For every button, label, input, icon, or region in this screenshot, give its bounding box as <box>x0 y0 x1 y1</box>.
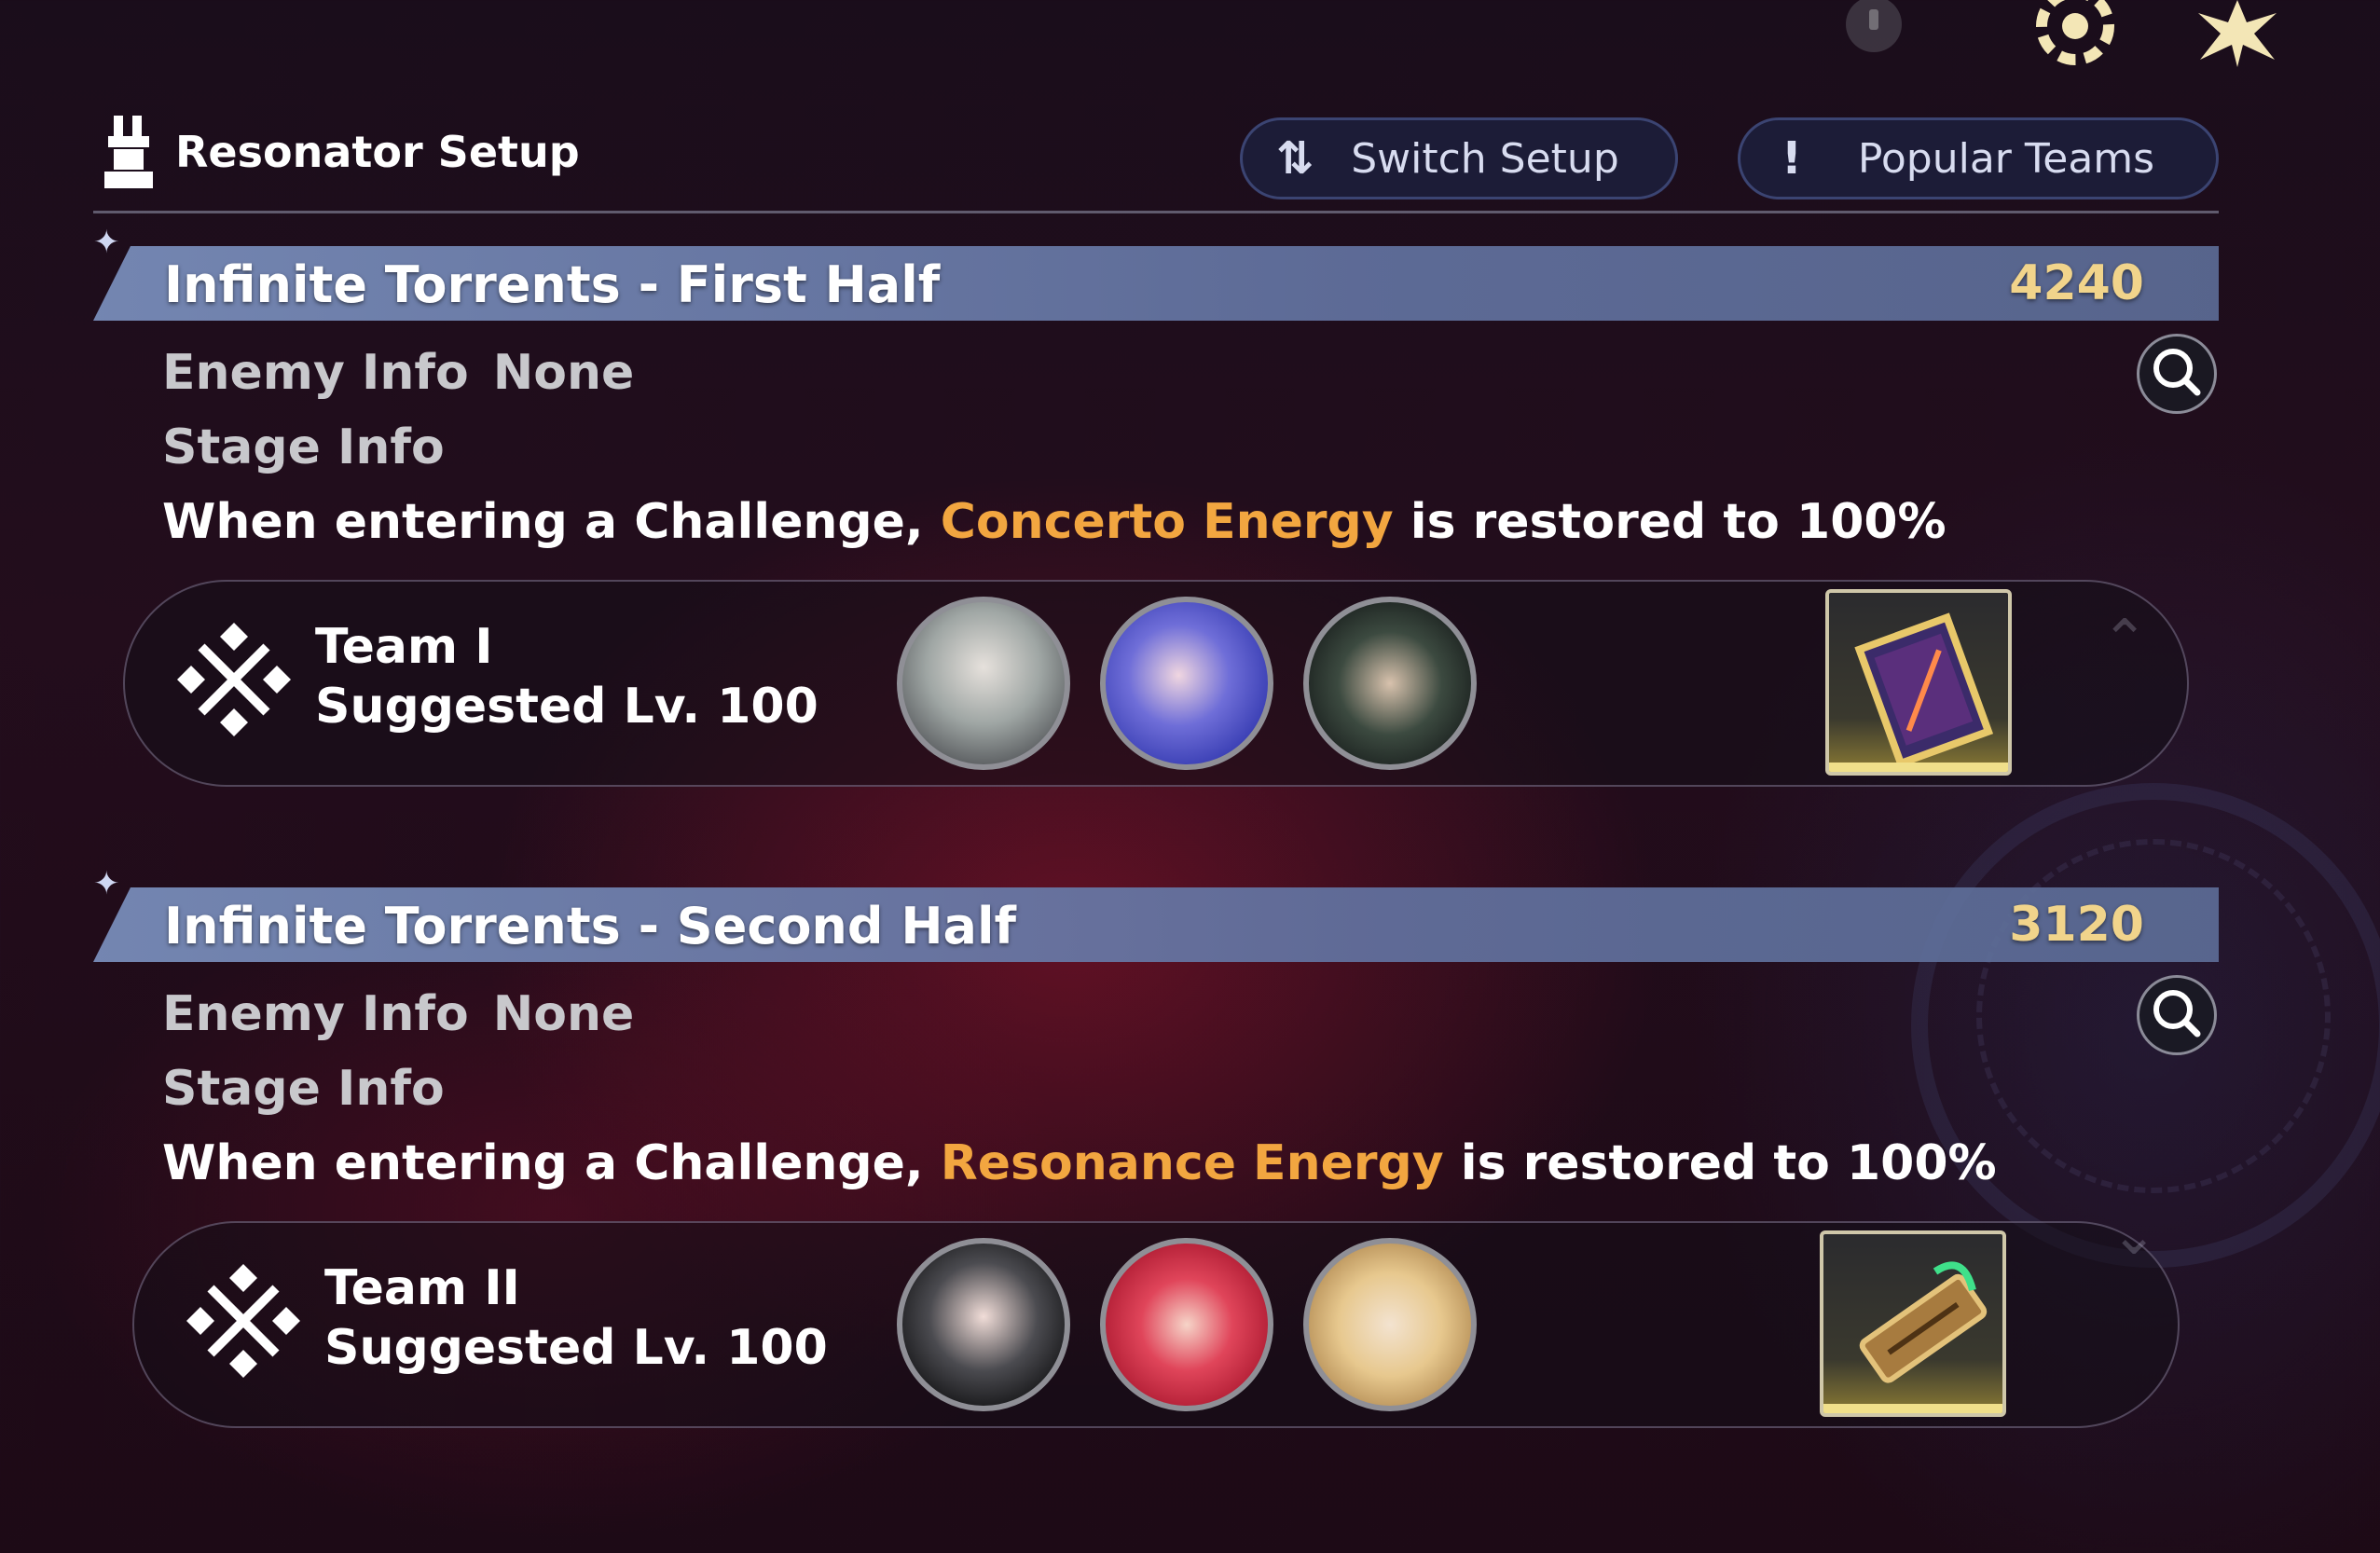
enemy-info-value: None <box>492 345 635 401</box>
search-icon <box>2153 990 2201 1038</box>
popular-teams-button[interactable]: ! Popular Teams <box>1738 117 2219 199</box>
star-icon[interactable] <box>2191 0 2284 67</box>
team-emblem-icon <box>186 1264 300 1378</box>
exclamation-icon: ! <box>1782 132 1802 185</box>
stage-name: Infinite Torrents - First Half <box>164 255 941 314</box>
stage-description: When entering a Challenge, Resonance Ene… <box>162 1135 1997 1191</box>
enemy-info-label: Enemy Info <box>162 345 469 401</box>
team-suggested-level: Suggested Lv. 100 <box>315 679 819 735</box>
popular-teams-label: Popular Teams <box>1857 134 2155 183</box>
team-emblem-icon <box>177 623 291 736</box>
resonator-avatar[interactable] <box>1303 1238 1477 1411</box>
enemy-info-row: Enemy Info None <box>162 986 634 1042</box>
header-divider <box>93 211 2219 213</box>
echo-item-card[interactable] <box>1820 1230 2006 1417</box>
echo-item-card[interactable] <box>1825 589 2012 776</box>
resonator-tower-icon <box>104 116 153 188</box>
search-button[interactable] <box>2137 975 2217 1055</box>
enemy-info-label: Enemy Info <box>162 986 469 1042</box>
info-icon[interactable] <box>1827 0 1920 67</box>
chevron-up-icon: ⌃ <box>2101 608 2149 673</box>
search-button[interactable] <box>2137 334 2217 414</box>
resonator-avatar[interactable] <box>1100 1238 1273 1411</box>
sparkle-icon: ✦ <box>93 865 120 902</box>
switch-arrows-icon: ⇅ <box>1276 132 1314 185</box>
stage-info-label: Stage Info <box>162 1061 445 1117</box>
team-name: Team II <box>324 1260 520 1316</box>
stage-description: When entering a Challenge, Concerto Ener… <box>162 494 1947 550</box>
search-icon <box>2153 349 2201 396</box>
resonator-avatar[interactable] <box>1100 597 1273 770</box>
resonator-setup-header: Resonator Setup <box>101 110 580 194</box>
chevron-down-icon: ⌄ <box>2111 1203 2158 1268</box>
desc-highlight: Resonance Energy <box>940 1135 1444 1191</box>
stage-info-label: Stage Info <box>162 419 445 475</box>
desc-suffix: is restored to 100% <box>1410 494 1947 550</box>
desc-suffix: is restored to 100% <box>1460 1135 1997 1191</box>
echo-card-rarity-bar <box>1829 763 2008 772</box>
echo-sword-case-icon <box>1859 1261 1988 1383</box>
page-title: Resonator Setup <box>175 127 580 177</box>
desc-prefix: When entering a Challenge, <box>162 494 924 550</box>
team-name: Team I <box>315 619 493 675</box>
echo-card-rarity-bar <box>1823 1404 2002 1413</box>
desc-prefix: When entering a Challenge, <box>162 1135 924 1191</box>
echo-frame-icon <box>1854 612 1994 769</box>
desc-highlight: Concerto Energy <box>940 494 1394 550</box>
stage-score: 4240 <box>2009 255 2144 311</box>
sparkle-icon: ✦ <box>93 224 120 261</box>
stage-score: 3120 <box>2009 897 2144 953</box>
resonator-avatar[interactable] <box>1303 597 1477 770</box>
resonator-avatar[interactable] <box>897 597 1070 770</box>
enemy-info-value: None <box>492 986 635 1042</box>
switch-setup-label: Switch Setup <box>1351 134 1619 183</box>
resonator-avatar[interactable] <box>897 1238 1070 1411</box>
switch-setup-button[interactable]: ⇅ Switch Setup <box>1240 117 1678 199</box>
settings-gear-icon[interactable] <box>2029 0 2122 67</box>
enemy-info-row: Enemy Info None <box>162 345 634 401</box>
stage-name: Infinite Torrents - Second Half <box>164 897 1016 955</box>
team-suggested-level: Suggested Lv. 100 <box>324 1320 828 1376</box>
